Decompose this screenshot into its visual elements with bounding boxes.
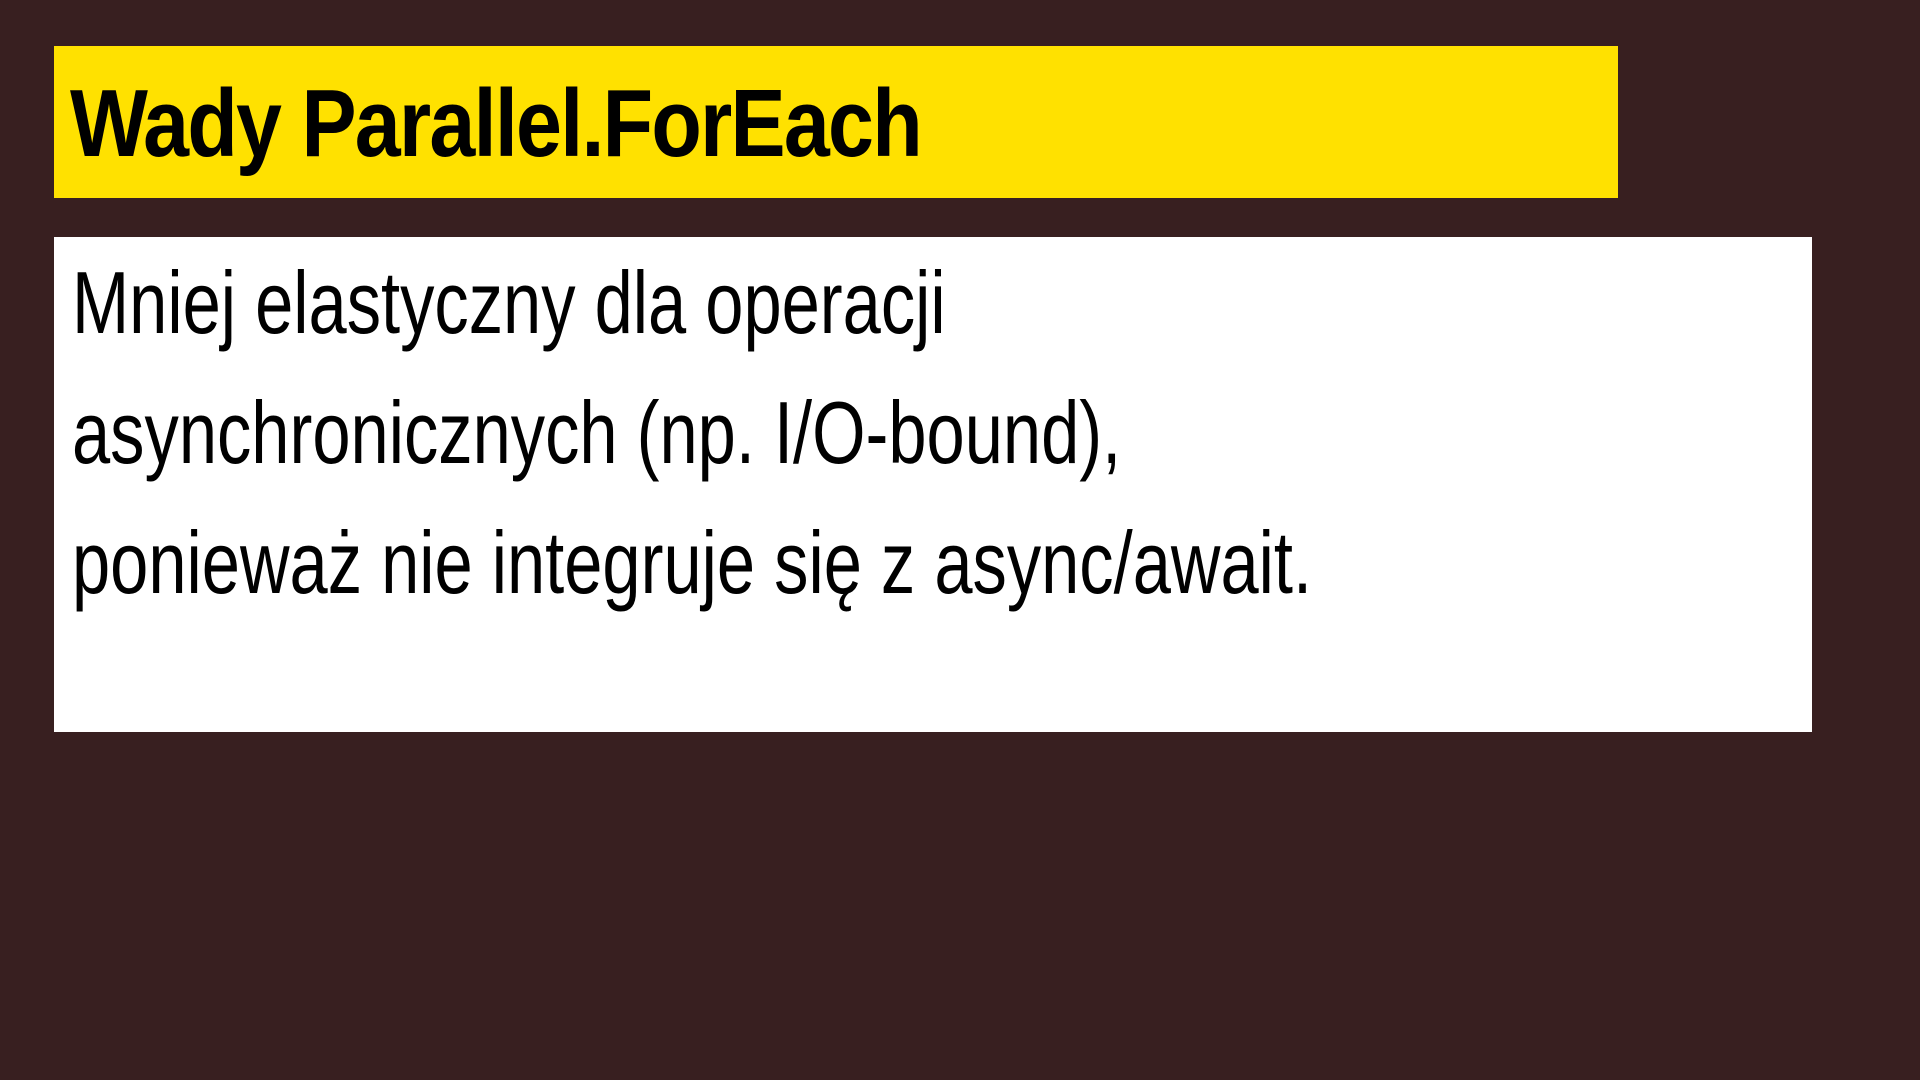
body-line-3: ponieważ nie integruje się z async/await… (72, 513, 1313, 612)
slide-title: Wady Parallel.ForEach (70, 70, 923, 177)
slide: { "slide": { "title": "Wady Parallel.For… (0, 0, 1920, 1080)
body-text-box: Mniej elastyczny dla operacji asynchroni… (54, 237, 1812, 732)
title-banner: Wady Parallel.ForEach (54, 46, 1618, 198)
